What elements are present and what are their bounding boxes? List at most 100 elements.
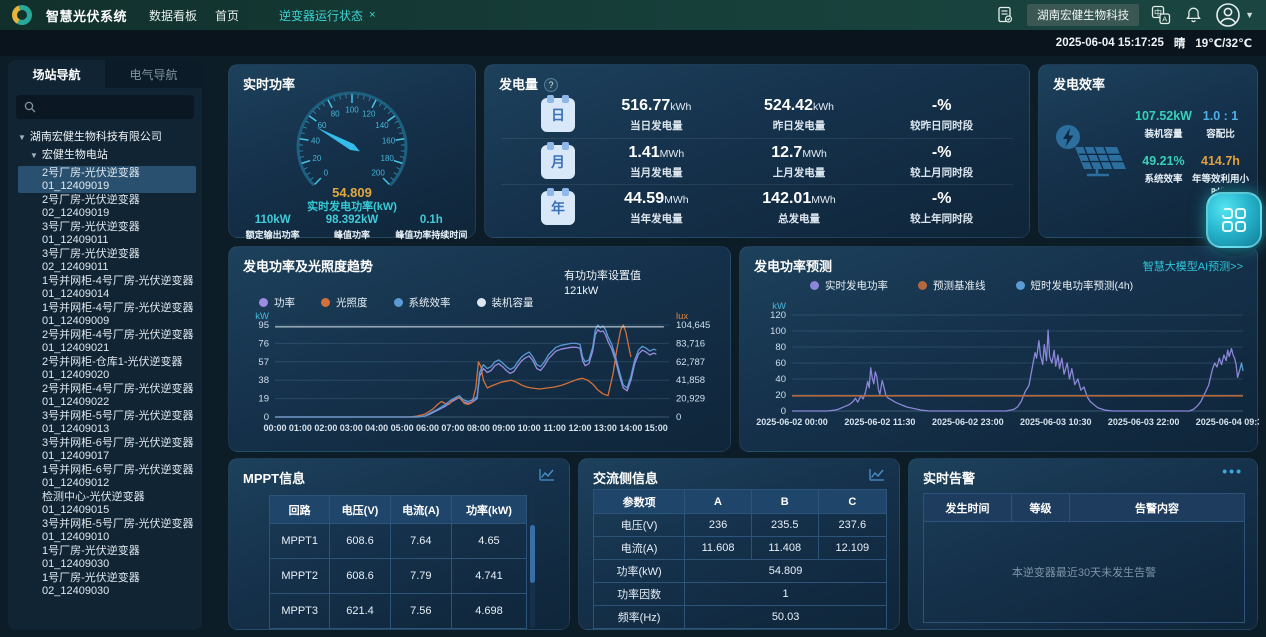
table-row[interactable]: MPPT3621.47.564.698 <box>270 594 527 629</box>
tree-device-item[interactable]: 2号厂房-光伏逆变器02_12409019 <box>18 193 196 220</box>
device-name: 2号并网柜-仓库1-光伏逆变器 <box>42 356 194 369</box>
tree-root-company[interactable]: ▼湖南宏健生物科技有限公司 <box>18 131 198 145</box>
tree-device-item[interactable]: 2号并网柜-4号厂房-光伏逆变器01_12409021 <box>18 328 196 355</box>
svg-text:04:00: 04:00 <box>365 423 388 433</box>
tree-device-item[interactable]: 1号并网柜-6号厂房-光伏逆变器01_12409012 <box>18 463 196 490</box>
tree-device-item[interactable]: 检测中心-光伏逆变器01_12409015 <box>18 490 196 517</box>
stat-label: 上月发电量 <box>728 165 871 180</box>
table-row[interactable]: 电流(A)11.60811.40812.109 <box>594 537 887 560</box>
legend-item[interactable]: 系统效率 <box>394 295 451 310</box>
table-cell: MPPT1 <box>270 524 330 559</box>
mppt-chart-icon[interactable] <box>539 468 555 485</box>
svg-text:40: 40 <box>775 374 786 385</box>
device-code: 02_12409019 <box>42 207 194 220</box>
device-name: 2号厂房-光伏逆变器 <box>42 194 194 207</box>
ac-chart-icon[interactable] <box>869 468 885 485</box>
tree-device-item[interactable]: 2号厂房-光伏逆变器01_12409019 <box>18 166 196 193</box>
device-name: 3号厂房-光伏逆变器 <box>42 221 194 234</box>
legend-item[interactable]: 短时发电功率预测(4h) <box>1016 278 1134 293</box>
table-row[interactable]: 电压(V)236235.5237.6 <box>594 514 887 537</box>
device-code: 01_12409017 <box>42 450 194 463</box>
legend-item[interactable]: 装机容量 <box>477 295 534 310</box>
tree-device-item[interactable]: 3号并网柜-5号厂房-光伏逆变器01_12409010 <box>18 517 196 544</box>
tree-device-item[interactable]: 1号并网柜-4号厂房-光伏逆变器01_12409014 <box>18 274 196 301</box>
stat-unit: MWh <box>664 194 689 206</box>
alarms-menu-icon[interactable]: ••• <box>1222 463 1243 479</box>
table-row[interactable]: MPPT2608.67.794.741 <box>270 559 527 594</box>
station-sidebar: 场站导航电气导航 ▼湖南宏健生物科技有限公司▼宏健生物电站2号厂房-光伏逆变器0… <box>8 60 202 630</box>
nav-item-1[interactable]: 首页 <box>215 7 239 24</box>
svg-text:06:00: 06:00 <box>416 423 439 433</box>
svg-text:20: 20 <box>775 390 786 401</box>
stat-value: -% <box>870 97 1013 115</box>
table-cell: 4.741 <box>451 559 526 594</box>
report-icon[interactable] <box>995 5 1015 25</box>
tree-station[interactable]: ▼宏健生物电站 <box>30 149 198 163</box>
svg-text:02:00: 02:00 <box>314 423 337 433</box>
mppt-scrollbar-thumb[interactable] <box>530 525 535 583</box>
tab-close-icon[interactable]: × <box>369 9 375 21</box>
tree-device-item[interactable]: 3号厂房-光伏逆变器01_12409011 <box>18 220 196 247</box>
user-menu[interactable]: ▼ <box>1215 2 1254 28</box>
language-icon[interactable]: 中A <box>1151 5 1171 25</box>
table-row[interactable]: 功率因数1 <box>594 583 887 606</box>
table-row[interactable]: MPPT1608.67.644.65 <box>270 524 527 559</box>
tab-inverter-status[interactable]: 逆变器运行状态 × <box>279 7 375 24</box>
energy-stat: 516.77kWh当日发电量 <box>585 97 728 133</box>
legend-item[interactable]: 光照度 <box>321 295 368 310</box>
device-code: 02_12409011 <box>42 261 194 274</box>
tree-device-item[interactable]: 1号厂房-光伏逆变器02_12409030 <box>18 571 196 598</box>
svg-text:2025-06-02 11:30: 2025-06-02 11:30 <box>844 417 915 427</box>
device-name: 1号并网柜-6号厂房-光伏逆变器 <box>42 464 194 477</box>
stat-label: 当日发电量 <box>585 118 728 133</box>
svg-text:A: A <box>1162 15 1167 24</box>
tree-device-item[interactable]: 1号并网柜-4号厂房-光伏逆变器01_12409009 <box>18 301 196 328</box>
energy-stat: 1.41MWh当月发电量 <box>585 144 728 180</box>
svg-text:03:00: 03:00 <box>340 423 363 433</box>
tree-device-item[interactable]: 2号并网柜-仓库1-光伏逆变器01_12409020 <box>18 355 196 382</box>
search-input[interactable] <box>42 101 182 113</box>
svg-text:01:00: 01:00 <box>289 423 312 433</box>
tree-device-item[interactable]: 1号厂房-光伏逆变器01_12409030 <box>18 544 196 571</box>
gauge-stats: 110kW额定输出功率98.392kW峰值功率0.1h峰值功率持续时间 <box>233 214 471 241</box>
legend-item[interactable]: 功率 <box>259 295 295 310</box>
tree-device-item[interactable]: 3号并网柜-5号厂房-光伏逆变器01_12409013 <box>18 409 196 436</box>
app-grid-button[interactable] <box>1206 192 1262 248</box>
legend-label: 实时发电功率 <box>825 278 888 293</box>
svg-text:07:00: 07:00 <box>441 423 464 433</box>
table-row[interactable]: 功率(kW)54.809 <box>594 560 887 583</box>
legend-label: 短时发电功率预测(4h) <box>1031 278 1134 293</box>
ai-forecast-link[interactable]: 智慧大模型AI预测>> <box>1143 258 1243 274</box>
svg-text:05:00: 05:00 <box>391 423 414 433</box>
legend-item[interactable]: 预测基准线 <box>918 278 986 293</box>
svg-text:140: 140 <box>375 121 389 130</box>
company-selector[interactable]: 湖南宏健生物科技 <box>1027 4 1139 26</box>
svg-text:19: 19 <box>258 394 269 405</box>
gauge-label: 实时发电功率(kW) <box>229 198 475 214</box>
column-header: 等级 <box>1012 494 1070 522</box>
legend-dot-icon <box>810 281 819 290</box>
table-row[interactable]: 频率(Hz)50.03 <box>594 606 887 629</box>
sidebar-tab[interactable]: 电气导航 <box>105 60 202 88</box>
solar-panel-icon <box>1053 123 1127 177</box>
help-icon[interactable]: ? <box>544 78 558 92</box>
panel-trend-chart: 发电功率及光照度趋势 有功功率设置值 121kW 功率光照度系统效率装机容量 0… <box>228 246 731 452</box>
sidebar-tab[interactable]: 场站导航 <box>8 60 105 88</box>
svg-text:60: 60 <box>775 358 786 369</box>
efficiency-stat: 107.52kW装机容量 <box>1135 109 1192 140</box>
calendar-icon: 月 <box>541 145 575 179</box>
weather: 晴 <box>1174 35 1186 51</box>
notification-bell-icon[interactable] <box>1183 5 1203 25</box>
table-cell: 12.109 <box>818 537 886 560</box>
stat-value: 110kW <box>233 214 312 226</box>
search-box[interactable] <box>16 95 194 119</box>
tree-device-item[interactable]: 3号厂房-光伏逆变器02_12409011 <box>18 247 196 274</box>
param-label: 电压(V) <box>594 514 685 537</box>
tree-root-label: 湖南宏健生物科技有限公司 <box>30 131 162 143</box>
datetime: 2025-06-04 15:17:25 <box>1056 37 1164 49</box>
tree-device-item[interactable]: 3号并网柜-6号厂房-光伏逆变器01_12409017 <box>18 436 196 463</box>
legend-item[interactable]: 实时发电功率 <box>810 278 888 293</box>
device-code: 01_12409014 <box>42 288 194 301</box>
nav-item-0[interactable]: 数据看板 <box>149 7 197 24</box>
tree-device-item[interactable]: 2号并网柜-4号厂房-光伏逆变器01_12409022 <box>18 382 196 409</box>
